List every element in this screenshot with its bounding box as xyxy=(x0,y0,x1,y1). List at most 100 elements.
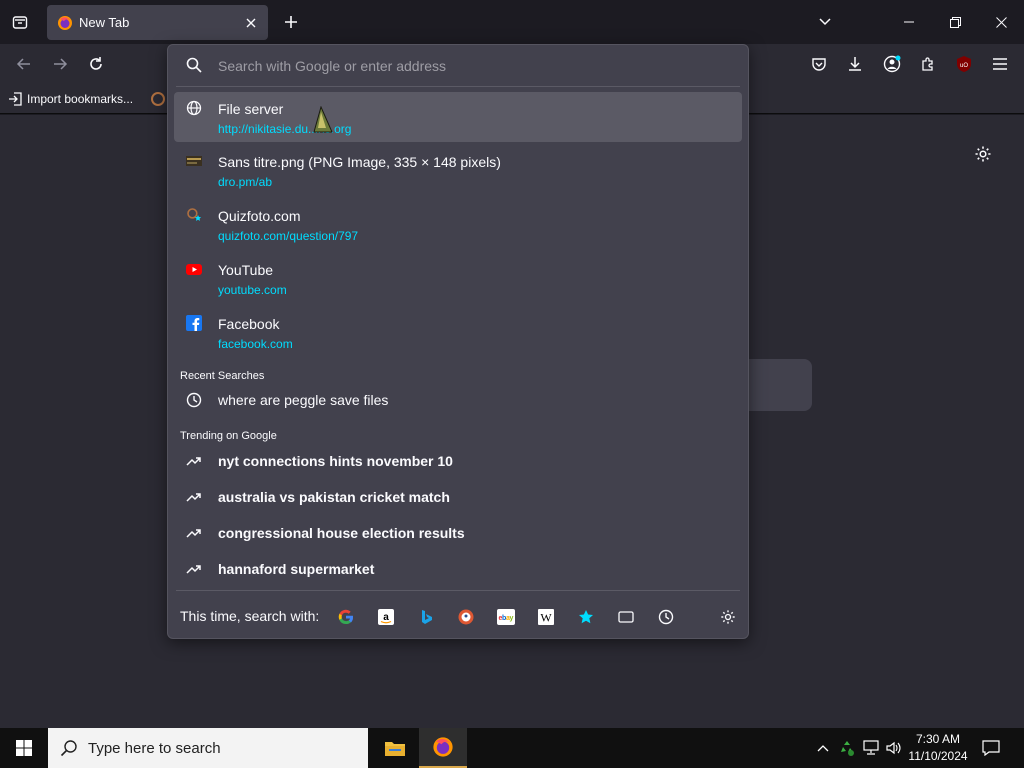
result-facebook[interactable]: Facebook facebook.com xyxy=(174,307,742,357)
oneoff-label: This time, search with: xyxy=(180,608,320,624)
engine-ebay-button[interactable]: ebay xyxy=(494,605,518,629)
bookmark-item-partial[interactable] xyxy=(150,91,166,112)
firefox-icon xyxy=(433,737,453,757)
volume-button[interactable] xyxy=(884,738,904,758)
google-icon xyxy=(338,609,354,625)
gear-icon xyxy=(721,610,735,624)
firefox-view-button[interactable] xyxy=(6,8,34,36)
chevron-up-icon xyxy=(817,745,829,752)
tabs-icon xyxy=(618,611,634,623)
tab-new-tab[interactable]: New Tab xyxy=(47,5,268,40)
close-window-button[interactable] xyxy=(978,0,1024,44)
result-file-server[interactable]: File server http://nikitasie.du...ns.org xyxy=(174,92,742,142)
result-sans-titre[interactable]: Sans titre.png (PNG Image, 335 × 148 pix… xyxy=(174,145,742,195)
result-url: quizfoto.com/question/797 xyxy=(218,229,359,243)
bookmarks-star-icon xyxy=(579,610,593,624)
ebay-icon: ebay xyxy=(497,609,515,625)
result-title: YouTube xyxy=(218,262,274,278)
import-bookmarks-button[interactable]: Import bookmarks... xyxy=(8,89,133,109)
start-button[interactable] xyxy=(0,728,48,768)
globe-icon xyxy=(186,100,202,116)
urlbar-popup: File server http://nikitasie.du...ns.org… xyxy=(167,44,749,639)
amazon-icon: a xyxy=(378,609,394,625)
extensions-button[interactable] xyxy=(914,50,942,78)
clock-date: 11/10/2024 xyxy=(908,749,968,763)
recent-searches-label: Recent Searches xyxy=(180,370,265,382)
search-settings-button[interactable] xyxy=(716,605,740,629)
trending-text: australia vs pakistan cricket match xyxy=(218,489,450,505)
search-bookmarks-button[interactable] xyxy=(574,605,598,629)
taskbar-search-box[interactable]: Type here to search xyxy=(48,728,368,768)
trending-item[interactable]: nyt connections hints november 10 xyxy=(174,445,742,477)
result-title: Quizfoto.com xyxy=(218,208,301,224)
taskbar-file-explorer[interactable] xyxy=(371,728,419,768)
minimize-icon xyxy=(904,21,914,23)
taskbar-firefox[interactable] xyxy=(419,728,467,768)
minimize-button[interactable] xyxy=(886,0,932,44)
result-youtube[interactable]: YouTube youtube.com xyxy=(174,253,742,303)
pocket-button[interactable] xyxy=(805,50,833,78)
recycle-tray-icon xyxy=(841,741,854,756)
result-url: youtube.com xyxy=(218,283,287,297)
engine-wikipedia-button[interactable]: W xyxy=(534,605,558,629)
trending-label: Trending on Google xyxy=(180,430,277,442)
duckduckgo-icon xyxy=(458,609,474,625)
engine-duckduckgo-button[interactable] xyxy=(454,605,478,629)
network-button[interactable] xyxy=(861,738,881,758)
tray-app-icon[interactable] xyxy=(837,738,857,758)
search-history-button[interactable] xyxy=(654,605,678,629)
trending-item[interactable]: australia vs pakistan cricket match xyxy=(174,481,742,513)
result-title: File server xyxy=(218,101,284,117)
chevron-down-icon xyxy=(819,18,831,26)
notifications-button[interactable] xyxy=(978,736,1004,760)
back-button[interactable] xyxy=(10,50,38,78)
speaker-icon xyxy=(886,741,901,755)
notification-icon xyxy=(982,740,1000,756)
reload-button[interactable] xyxy=(82,50,110,78)
forward-button[interactable] xyxy=(46,50,74,78)
close-icon xyxy=(246,18,256,27)
result-quizfoto[interactable]: Quizfoto.com quizfoto.com/question/797 xyxy=(174,199,742,249)
svg-text:W: W xyxy=(540,611,552,625)
tray-overflow-button[interactable] xyxy=(813,738,833,758)
restore-button[interactable] xyxy=(932,0,978,44)
trending-icon xyxy=(186,561,202,577)
folder-icon xyxy=(385,742,405,756)
account-button[interactable] xyxy=(878,50,906,78)
back-arrow-icon xyxy=(16,58,30,70)
result-title: Sans titre.png (PNG Image, 335 × 148 pix… xyxy=(218,154,501,170)
search-tabs-button[interactable] xyxy=(614,605,638,629)
urlbar-input[interactable] xyxy=(218,54,718,78)
hamburger-menu-icon xyxy=(993,58,1007,70)
tab-strip: New Tab xyxy=(0,0,1024,44)
import-bookmarks-label: Import bookmarks... xyxy=(27,92,134,106)
trending-item[interactable]: hannaford supermarket xyxy=(174,553,742,585)
list-all-tabs-button[interactable] xyxy=(802,0,848,44)
network-icon xyxy=(863,740,879,755)
ublock-origin-icon: uO xyxy=(957,56,971,72)
divider xyxy=(176,590,740,591)
trending-icon xyxy=(186,489,202,505)
facebook-icon xyxy=(186,315,202,331)
wikipedia-icon: W xyxy=(538,609,554,625)
downloads-button[interactable] xyxy=(841,50,869,78)
trending-item[interactable]: congressional house election results xyxy=(174,517,742,549)
taskbar: Type here to search 7:30 AM 11/10/2024 xyxy=(0,728,1024,768)
windows-logo-icon xyxy=(16,740,32,756)
close-tab-button[interactable] xyxy=(240,12,262,34)
engine-google-button[interactable] xyxy=(334,605,358,629)
forward-arrow-icon xyxy=(54,58,68,70)
quizfoto-bookmark-icon xyxy=(186,207,202,223)
ublock-button[interactable]: uO xyxy=(950,50,978,78)
urlbar-input-row xyxy=(168,45,748,86)
taskbar-clock[interactable]: 7:30 AM 11/10/2024 xyxy=(904,731,972,765)
new-tab-settings-button[interactable] xyxy=(970,141,996,167)
import-icon xyxy=(9,92,22,106)
new-tab-search-box-edge xyxy=(748,359,812,411)
engine-amazon-button[interactable]: a xyxy=(374,605,398,629)
engine-bing-button[interactable] xyxy=(414,605,438,629)
recent-search-item[interactable]: where are peggle save files xyxy=(174,384,742,416)
search-icon xyxy=(60,740,77,757)
new-tab-button[interactable] xyxy=(277,8,305,36)
app-menu-button[interactable] xyxy=(986,50,1014,78)
